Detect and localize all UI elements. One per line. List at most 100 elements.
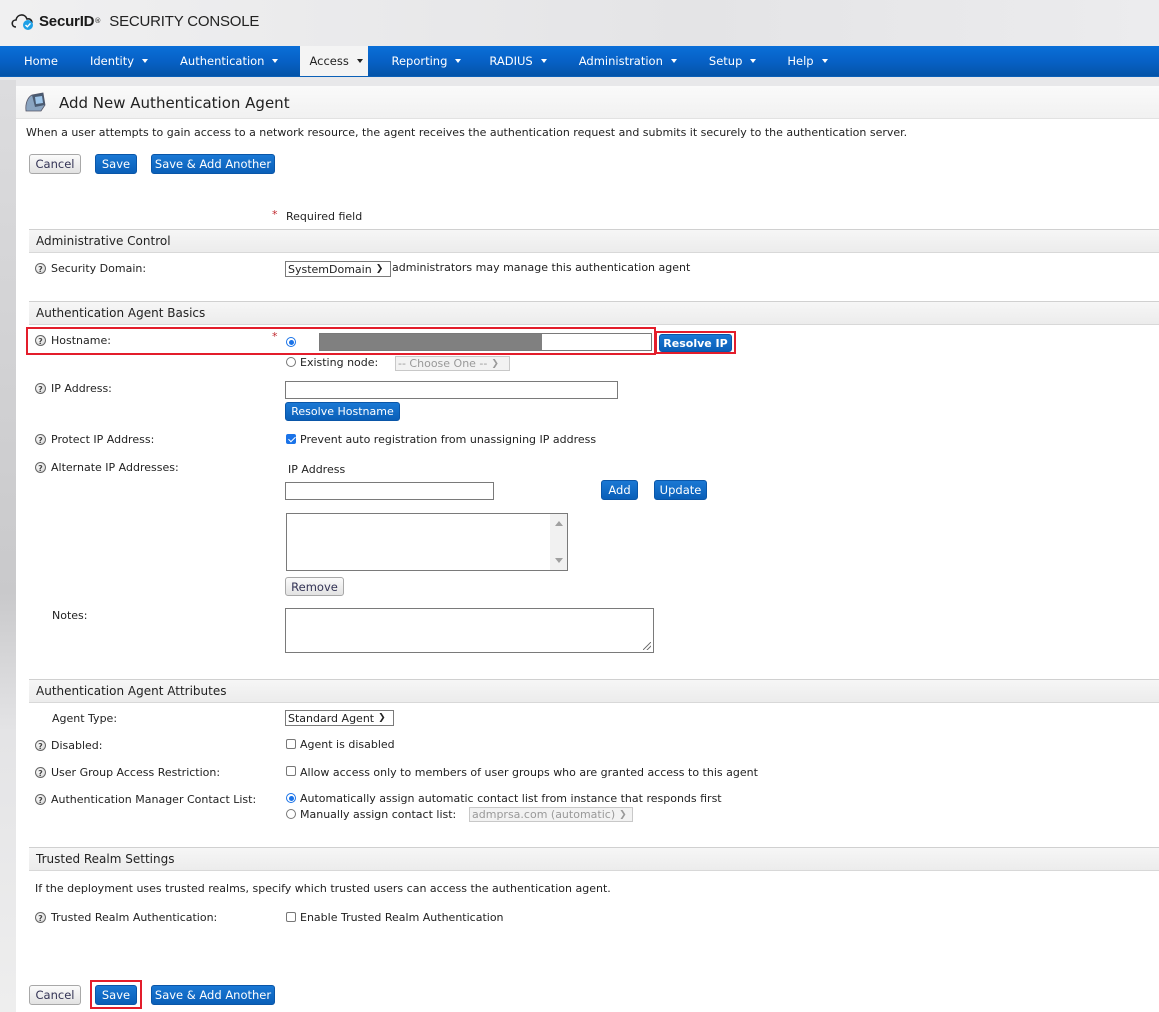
required-marker: * [272, 208, 278, 221]
brand-name: SecurID [39, 12, 95, 30]
protect-ip-label: ? Protect IP Address: [35, 433, 154, 446]
nav-administration-label: Administration [578, 54, 663, 68]
nav-reporting-label: Reporting [391, 54, 448, 68]
save-add-another-button[interactable]: Save & Add Another [151, 154, 275, 174]
alternate-ip-label: ? Alternate IP Addresses: [35, 461, 179, 474]
contact-auto-label: Automatically assign automatic contact l… [300, 792, 722, 805]
protect-ip-checkbox-label: Prevent auto registration from unassigni… [300, 433, 597, 446]
help-icon[interactable]: ? [35, 767, 46, 778]
update-button[interactable]: Update [654, 480, 707, 500]
nav-reporting[interactable]: Reporting [368, 46, 483, 76]
hostname-new-radio[interactable] [286, 337, 296, 347]
alternate-ip-input[interactable] [285, 482, 494, 500]
notes-textarea[interactable] [285, 608, 654, 653]
nav-authentication[interactable]: Authentication [170, 46, 300, 76]
hostname-input[interactable] [319, 333, 652, 351]
existing-node-select[interactable]: -- Choose One -- ❯ [395, 356, 510, 371]
cancel-button-bottom[interactable]: Cancel [29, 985, 81, 1005]
alternate-ip-column-header: IP Address [288, 463, 346, 476]
select-value: Standard Agent [288, 711, 375, 725]
trusted-realm-description: If the deployment uses trusted realms, s… [35, 882, 611, 895]
nav-administration[interactable]: Administration [569, 46, 699, 76]
help-icon[interactable]: ? [35, 263, 46, 274]
resolve-ip-button[interactable]: Resolve IP [659, 334, 732, 352]
logo: SecurID ® SECURITY CONSOLE [10, 11, 259, 31]
contact-list-label: ? Authentication Manager Contact List: [35, 793, 256, 806]
nav-home[interactable]: Home [0, 46, 74, 76]
required-field-text: Required field [286, 210, 363, 223]
save-add-another-button-bottom[interactable]: Save & Add Another [151, 985, 275, 1005]
notes-label: Notes: [52, 609, 88, 622]
scroll-up-icon[interactable] [555, 521, 563, 526]
nav-help-label: Help [787, 54, 814, 68]
nav-setup[interactable]: Setup [699, 46, 778, 76]
label-text: Authentication Manager Contact List: [51, 793, 257, 806]
chevron-down-icon: ❯ [491, 358, 499, 369]
help-icon[interactable]: ? [35, 740, 46, 751]
section-trusted-realm: Trusted Realm Settings [29, 847, 1159, 871]
protect-ip-checkbox[interactable] [286, 434, 296, 444]
add-button[interactable]: Add [601, 480, 638, 500]
nav-help[interactable]: Help [778, 46, 841, 76]
help-icon[interactable]: ? [35, 434, 46, 445]
existing-node-radio[interactable] [286, 357, 296, 367]
trusted-realm-auth-label: ? Trusted Realm Authentication: [35, 911, 217, 924]
nav-access-label: Access [309, 54, 349, 68]
caret-down-icon [750, 59, 757, 63]
caret-down-icon [540, 59, 547, 63]
security-domain-select[interactable]: SystemDomain ❯ [285, 261, 391, 277]
contact-manual-radio[interactable] [286, 809, 296, 819]
security-domain-label: ? Security Domain: [35, 262, 146, 275]
help-icon[interactable]: ? [35, 335, 46, 346]
select-value: admprsa.com (automatic) [472, 808, 616, 821]
save-button-bottom[interactable]: Save [95, 985, 137, 1005]
hostname-label: ? Hostname: [35, 334, 111, 347]
user-group-access-checkbox-label: Allow access only to members of user gro… [300, 766, 758, 779]
help-icon[interactable]: ? [35, 912, 46, 923]
scrollbar[interactable] [550, 514, 567, 570]
contact-auto-radio[interactable] [286, 793, 296, 803]
help-icon[interactable]: ? [35, 794, 46, 805]
resize-grip-icon[interactable] [643, 642, 651, 650]
cancel-button[interactable]: Cancel [29, 154, 81, 174]
user-group-access-checkbox[interactable] [286, 766, 296, 776]
alternate-ip-list[interactable] [286, 513, 568, 571]
help-icon[interactable]: ? [35, 383, 46, 394]
contact-manual-label: Manually assign contact list: [300, 808, 457, 821]
caret-down-icon [455, 59, 462, 63]
chevron-down-icon: ❯ [378, 713, 386, 723]
label-text: Trusted Realm Authentication: [51, 911, 218, 924]
nav-home-label: Home [24, 54, 58, 68]
help-icon[interactable]: ? [35, 462, 46, 473]
user-group-access-label: ? User Group Access Restriction: [35, 766, 220, 779]
console-title: SECURITY CONSOLE [109, 12, 260, 30]
label-text: Alternate IP Addresses: [51, 461, 179, 474]
section-title: Trusted Realm Settings [36, 852, 175, 866]
caret-down-icon [670, 59, 677, 63]
label-text: Protect IP Address: [51, 433, 155, 446]
scroll-down-icon[interactable] [555, 558, 563, 563]
nav-access[interactable]: Access [300, 46, 369, 76]
nav-identity[interactable]: Identity [74, 46, 170, 76]
nav-authentication-label: Authentication [180, 54, 265, 68]
remove-button[interactable]: Remove [285, 577, 344, 596]
agent-disabled-checkbox[interactable] [286, 739, 296, 749]
ip-address-label: ? IP Address: [35, 382, 112, 395]
main-nav: Home Identity Authentication Access Repo… [0, 46, 1159, 77]
existing-node-label: Existing node: [300, 356, 379, 369]
contact-list-select[interactable]: admprsa.com (automatic) ❯ [469, 807, 633, 822]
section-administrative-control: Administrative Control [29, 229, 1159, 253]
nav-radius[interactable]: RADIUS [483, 46, 568, 76]
resolve-hostname-button[interactable]: Resolve Hostname [285, 402, 400, 421]
save-button[interactable]: Save [95, 154, 137, 174]
label-text: Security Domain: [51, 262, 147, 275]
agent-type-select[interactable]: Standard Agent ❯ [285, 710, 394, 726]
trusted-realm-checkbox[interactable] [286, 912, 296, 922]
brand-mark: ® [94, 17, 102, 25]
nav-setup-label: Setup [708, 54, 743, 68]
main-panel: Add New Authentication Agent When a user… [16, 86, 1159, 1012]
caret-down-icon [356, 59, 363, 63]
security-domain-suffix: administrators may manage this authentic… [392, 261, 691, 274]
select-value: -- Choose One -- [398, 357, 488, 370]
ip-address-input[interactable] [285, 381, 618, 399]
